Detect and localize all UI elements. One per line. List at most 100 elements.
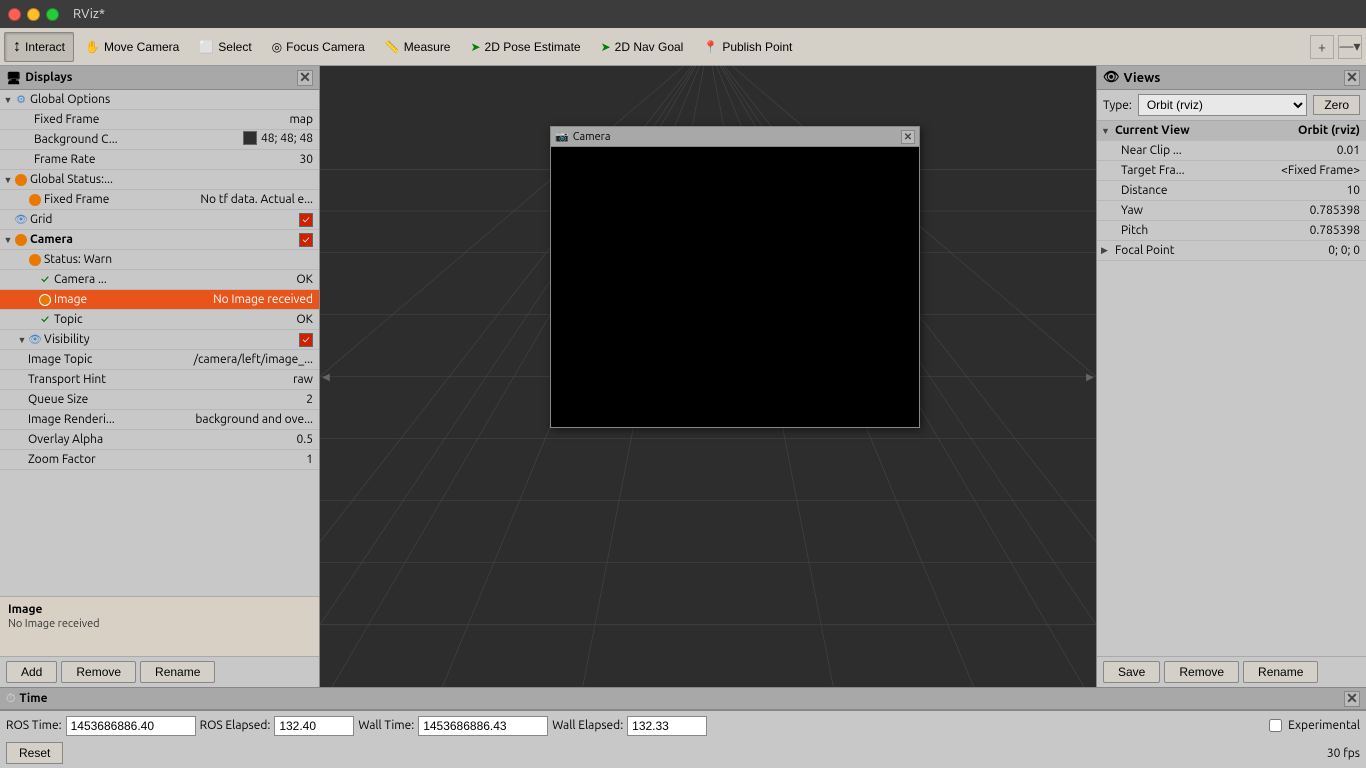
list-item[interactable]: Image Topic /camera/left/image_... <box>0 350 319 370</box>
views-tree: ▼ Current View Orbit (rviz) Near Clip ..… <box>1097 121 1366 656</box>
info-text: No Image received <box>8 618 311 630</box>
list-item[interactable]: Status: Warn <box>0 250 319 270</box>
tree-arrow <box>26 274 38 286</box>
toolbar-menu-button[interactable]: —▾ <box>1338 35 1362 59</box>
list-item[interactable]: ▼ Current View Orbit (rviz) <box>1097 121 1366 141</box>
views-save-button[interactable]: Save <box>1103 661 1160 683</box>
views-title: 👁 Views <box>1103 70 1160 85</box>
views-rename-button[interactable]: Rename <box>1243 661 1318 683</box>
type-select[interactable]: Orbit (rviz) <box>1138 94 1307 116</box>
camera-window: 📷 Camera ✕ <box>550 126 920 428</box>
list-item[interactable]: ▼ ⚙ Global Options <box>0 90 319 110</box>
type-label: Type: <box>1103 99 1132 112</box>
list-item[interactable]: Image No Image received <box>0 290 319 310</box>
list-item[interactable]: Transport Hint raw <box>0 370 319 390</box>
nav-goal-button[interactable]: ➤ 2D Nav Goal <box>592 32 693 62</box>
resize-handle-right[interactable]: ▶ <box>1084 66 1096 687</box>
tree-label: Current View <box>1115 124 1298 137</box>
tree-label: Background C... <box>34 133 243 146</box>
tree-arrow <box>16 354 28 366</box>
reset-button[interactable]: Reset <box>6 742 63 764</box>
add-display-button[interactable]: + <box>1310 35 1334 59</box>
list-item[interactable]: Target Fra... <Fixed Frame> <box>1097 161 1366 181</box>
interact-icon: ↕ <box>13 38 21 56</box>
checkbox[interactable]: ✓ <box>299 333 313 347</box>
ros-time-input[interactable] <box>66 716 196 736</box>
list-item[interactable]: Zoom Factor 1 <box>0 450 319 470</box>
tree-label: Target Fra... <box>1121 164 1281 177</box>
tree-label: Image <box>54 293 213 306</box>
list-item[interactable]: Overlay Alpha 0.5 <box>0 430 319 450</box>
list-item[interactable]: Fixed Frame map <box>0 110 319 130</box>
window-controls <box>8 8 59 21</box>
pose-estimate-button[interactable]: ➤ 2D Pose Estimate <box>461 32 589 62</box>
close-button[interactable] <box>8 8 21 21</box>
ros-time-label: ROS Time: <box>6 719 62 732</box>
list-item[interactable]: ▼ Camera ✓ <box>0 230 319 250</box>
list-item[interactable]: Image Renderi... background and ove... <box>0 410 319 430</box>
ros-elapsed-input[interactable] <box>274 716 354 736</box>
info-title: Image <box>8 603 311 616</box>
checkbox[interactable]: ✓ <box>299 233 313 247</box>
displays-close-button[interactable]: ✕ <box>297 70 313 86</box>
remove-button[interactable]: Remove <box>61 661 136 683</box>
measure-button[interactable]: 📏 Measure <box>376 32 460 62</box>
viewport[interactable]: ◀ ▶ 📷 Camera ✕ <box>320 66 1096 687</box>
views-remove-button[interactable]: Remove <box>1164 661 1239 683</box>
tree-arrow <box>26 294 38 306</box>
focus-camera-label: Focus Camera <box>286 40 365 54</box>
list-item[interactable]: Pitch 0.785398 <box>1097 221 1366 241</box>
zero-button[interactable]: Zero <box>1313 95 1360 115</box>
maximize-button[interactable] <box>46 8 59 21</box>
tree-label: Transport Hint <box>28 373 293 386</box>
tree-value: ✓ <box>299 213 317 227</box>
rename-button[interactable]: Rename <box>140 661 215 683</box>
checkbox[interactable]: ✓ <box>299 213 313 227</box>
experimental-checkbox[interactable] <box>1269 719 1282 732</box>
eye-icon: 👁 <box>14 213 28 227</box>
measure-icon: 📏 <box>385 40 400 54</box>
list-item[interactable]: Background C... 48; 48; 48 <box>0 130 319 150</box>
views-close-button[interactable]: ✕ <box>1344 70 1360 86</box>
tree-arrow <box>16 194 28 206</box>
camera-close-button[interactable]: ✕ <box>901 130 915 144</box>
list-item[interactable]: Yaw 0.785398 <box>1097 201 1366 221</box>
tree-value: map <box>289 113 317 126</box>
tree-arrow <box>16 414 28 426</box>
list-item[interactable]: Near Clip ... 0.01 <box>1097 141 1366 161</box>
tree-value: No tf data. Actual e... <box>200 193 317 206</box>
add-button[interactable]: Add <box>6 661 57 683</box>
publish-point-button[interactable]: 📍 Publish Point <box>694 32 801 62</box>
measure-label: Measure <box>404 40 451 54</box>
displays-buttons: Add Remove Rename <box>0 656 319 687</box>
list-item[interactable]: ✓ Camera ... OK <box>0 270 319 290</box>
list-item[interactable]: ▶ Focal Point 0; 0; 0 <box>1097 241 1366 261</box>
move-camera-button[interactable]: ✋ Move Camera <box>76 32 188 62</box>
interact-button[interactable]: ↕ Interact <box>4 32 74 62</box>
tree-arrow <box>22 154 34 166</box>
tree-value: 0.785398 <box>1310 204 1362 217</box>
tree-arrow <box>16 254 28 266</box>
select-button[interactable]: ⬜ Select <box>190 32 260 62</box>
list-item[interactable]: ▼ Global Status:... <box>0 170 319 190</box>
focus-camera-button[interactable]: ◎ Focus Camera <box>263 32 374 62</box>
toolbar: ↕ Interact ✋ Move Camera ⬜ Select ◎ Focu… <box>0 28 1366 66</box>
list-item[interactable]: Frame Rate 30 <box>0 150 319 170</box>
time-close-button[interactable]: ✕ <box>1344 691 1360 707</box>
wall-time-input[interactable] <box>418 716 548 736</box>
list-item[interactable]: Queue Size 2 <box>0 390 319 410</box>
time-header-end: ✕ <box>1344 691 1360 707</box>
minimize-button[interactable] <box>27 8 40 21</box>
resize-handle-left[interactable]: ◀ <box>320 66 332 687</box>
list-item[interactable]: ✓ Topic OK <box>0 310 319 330</box>
list-item[interactable]: Fixed Frame No tf data. Actual e... <box>0 190 319 210</box>
tree-value: raw <box>293 373 317 386</box>
list-item[interactable]: 👁 Grid ✓ <box>0 210 319 230</box>
list-item[interactable]: Distance 10 <box>1097 181 1366 201</box>
tree-value: background and ove... <box>195 413 317 426</box>
tree-arrow <box>22 114 34 126</box>
wall-elapsed-input[interactable] <box>627 716 707 736</box>
list-item[interactable]: ▼ 👁 Visibility ✓ <box>0 330 319 350</box>
nav-goal-icon: ➤ <box>601 40 611 54</box>
experimental-label: Experimental <box>1288 719 1360 732</box>
